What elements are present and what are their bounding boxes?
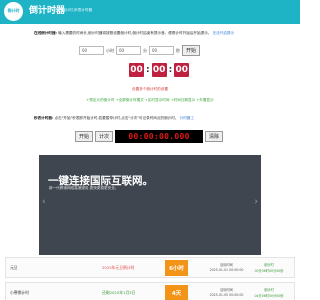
countdown-intro: 在线倒计时器: 输入需要的时间长,倒计时器将按照设置倒计时,倒计时结束有提示音。… (34, 31, 284, 36)
holiday-name: 元旦 (10, 265, 18, 270)
stopwatch-display: 00:00:00.000 (115, 130, 204, 143)
remaining-badge: 4天 (165, 285, 188, 300)
countdown-label: 倒计时 (264, 263, 274, 267)
stopwatch-start-button[interactable]: 开始 (75, 131, 94, 142)
minutes-unit: 分 (143, 47, 147, 53)
chevron-left-icon[interactable]: ‹ (42, 197, 46, 207)
stopwatch-intro: 秒表计时器: 点击"开始"秒表即开始计时,若要暂停计时,点击"计次"可记录时间点… (34, 116, 284, 121)
countdown-minutes: 00 (151, 63, 167, 77)
minutes-input[interactable] (116, 46, 141, 55)
list-item[interactable]: 小寒倒计时 还剩2025年1月5日 4天 目标时间 2025-01-05 00:… (5, 282, 295, 300)
hours-unit: 小时 (106, 47, 114, 53)
tone-help-link[interactable]: 无法开启提示 (213, 31, 235, 35)
holiday-countdown-list: 元旦 2025年元旦倒计时 6小时 目标时间 2025-01-01 00:00:… (5, 257, 295, 300)
stopwatch: 开始 计次 00:00:00.000 清除 (75, 130, 224, 143)
stopwatch-lap-button[interactable]: 计次 (95, 131, 114, 142)
countdown-hours: 00 (129, 63, 144, 77)
countdown-label: 在线倒计时器: (34, 31, 57, 35)
site-subtitle: 在线倒计时,秒表计时器 (55, 8, 93, 12)
countdown-form: 小时 分 秒 开始 (79, 45, 201, 56)
stopwatch-description: 点击"开始"秒表即开始计时,若要暂停计时,点击"计次"可记录时间点的倒计时。 (54, 116, 179, 120)
list-item[interactable]: 元旦 2025年元旦倒计时 6小时 目标时间 2025-01-01 00:00:… (5, 257, 295, 278)
countdown-label: 倒计时 (264, 288, 274, 292)
stopwatch-clear-button[interactable]: 清除 (205, 131, 224, 142)
top-header: 倒计时 倒计时器 在线倒计时,秒表计时器 (0, 0, 300, 24)
site-logo[interactable]: 倒计时 (4, 2, 23, 21)
holiday-date: 还剩2025年1月5日 (102, 290, 136, 295)
banner-subtitle: 新一代跨境网络高速服务,更快更稳更安全。 (49, 186, 119, 190)
hours-input[interactable] (79, 46, 104, 55)
seconds-input[interactable] (149, 46, 174, 55)
countdown-value: 04天06时00分00秒 (254, 294, 284, 298)
stopwatch-label: 秒表计时器: (34, 116, 54, 120)
remaining-badge: 6小时 (165, 260, 188, 276)
countdown-options[interactable]: +预定义的倒计时 +全屏倒计时模式 +实时显示时间 +时间日期显示 +外置显示 (0, 98, 300, 103)
logo-text: 倒计时 (7, 8, 20, 13)
countdown-description: 输入需要的时间长,倒计时器将按照设置倒计时,倒计时结束有提示音。便携计时开始后开… (58, 31, 212, 35)
countdown-separator: : (168, 65, 173, 75)
multi-countdown-hint[interactable]: 设置多个倒计时的设置 (0, 87, 300, 92)
seconds-unit: 秒 (176, 47, 180, 53)
countdown-separator: : (146, 65, 150, 75)
countdown-value: 00天06时00分00秒 (254, 269, 284, 273)
countdown-start-button[interactable]: 开始 (182, 45, 201, 56)
ad-banner[interactable]: ‹ › 一键连接国际互联网。 新一代跨境网络高速服务,更快更稳更安全。 (39, 155, 261, 255)
countdown-display: 00 : 00 : 00 (129, 63, 190, 77)
countdown-seconds: 00 (174, 63, 190, 77)
holiday-date: 2025年元旦倒计时 (102, 265, 135, 270)
stopwatch-link[interactable]: 分时器工 (180, 116, 194, 120)
holiday-name: 小寒倒计时 (10, 290, 29, 295)
chevron-right-icon[interactable]: › (254, 197, 258, 207)
